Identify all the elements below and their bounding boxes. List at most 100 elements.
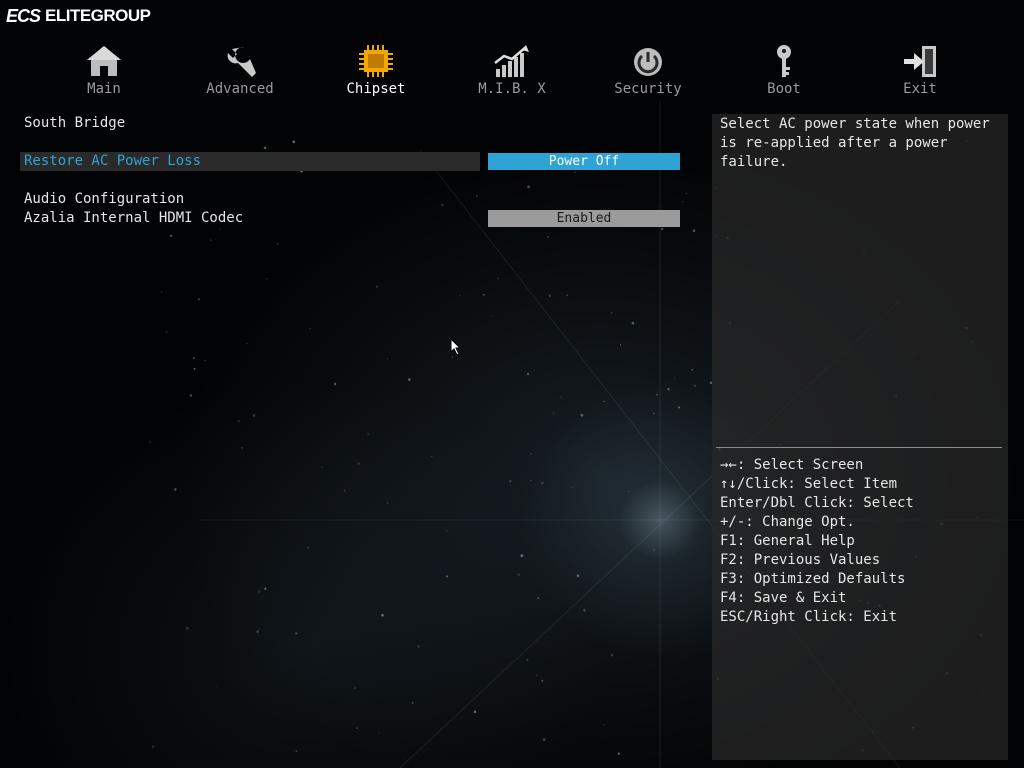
brand-logo: ECS ELITEGROUP xyxy=(6,4,151,28)
azalia-hdmi-codec-value[interactable]: Enabled xyxy=(488,210,680,227)
ecs-logo-mark: ECS xyxy=(6,5,41,26)
star xyxy=(552,412,555,415)
exit-icon xyxy=(904,46,936,77)
star xyxy=(375,285,379,289)
star xyxy=(431,455,433,457)
star xyxy=(653,548,656,551)
star xyxy=(520,554,524,558)
star xyxy=(237,419,241,423)
star xyxy=(627,490,630,493)
star xyxy=(526,658,529,661)
star xyxy=(411,701,414,704)
star xyxy=(548,294,552,298)
key-hint: →←: Select Screen xyxy=(720,457,864,473)
star xyxy=(541,481,544,485)
star xyxy=(459,294,461,297)
star xyxy=(189,394,193,397)
chip-icon xyxy=(359,45,393,77)
star xyxy=(547,236,549,239)
star xyxy=(149,441,152,444)
star xyxy=(517,573,521,576)
star xyxy=(509,480,512,483)
star xyxy=(693,384,697,388)
star xyxy=(258,590,261,594)
restore-ac-power-loss-value[interactable]: Power Off xyxy=(488,153,680,170)
key-hint: ↑↓/Click: Select Item xyxy=(720,476,898,492)
tab-label: Exit xyxy=(903,81,937,97)
star xyxy=(387,502,389,504)
star xyxy=(343,489,347,492)
star xyxy=(256,630,259,634)
wrench-icon xyxy=(227,46,256,77)
star xyxy=(219,228,221,230)
star xyxy=(451,356,454,358)
star xyxy=(497,277,500,280)
star xyxy=(292,140,296,144)
top-tab-bar: Main Advanced Chipset M.I.B. X Security … xyxy=(36,40,988,100)
key-hint: ESC/Right Click: Exit xyxy=(720,609,898,625)
star xyxy=(210,239,212,241)
star xyxy=(264,587,267,590)
star xyxy=(241,446,244,449)
star xyxy=(491,315,493,317)
star xyxy=(603,400,605,403)
key-hint: F1: General Help xyxy=(720,533,855,549)
tab-mib-x[interactable]: M.I.B. X xyxy=(444,40,580,98)
star xyxy=(571,487,573,489)
home-icon xyxy=(87,46,121,76)
help-divider xyxy=(716,447,1002,448)
tab-main[interactable]: Main xyxy=(36,40,172,98)
tab-exit[interactable]: Exit xyxy=(852,40,988,98)
audio-configuration-heading: Audio Configuration xyxy=(24,191,185,207)
star xyxy=(276,243,279,245)
star xyxy=(685,192,688,195)
star xyxy=(307,546,309,549)
star xyxy=(215,685,217,687)
star xyxy=(656,393,658,396)
star xyxy=(661,227,664,231)
star xyxy=(356,727,358,729)
star xyxy=(386,357,389,360)
setting-label-azalia-hdmi[interactable]: Azalia Internal HDMI Codec xyxy=(24,210,243,226)
star xyxy=(542,738,546,741)
star xyxy=(367,433,369,435)
star xyxy=(185,626,189,630)
star xyxy=(631,321,635,325)
star xyxy=(619,344,622,346)
star xyxy=(204,359,206,362)
star xyxy=(165,330,168,334)
key-hint: F4: Save & Exit xyxy=(720,590,847,606)
key-hint: F2: Previous Values xyxy=(720,552,881,568)
tab-chipset[interactable]: Chipset xyxy=(308,40,444,98)
tab-label: Chipset xyxy=(346,81,406,97)
star xyxy=(526,372,530,375)
star xyxy=(475,195,478,198)
star xyxy=(246,342,248,344)
star xyxy=(583,609,586,612)
brand-name: ELITEGROUP xyxy=(45,6,151,25)
star xyxy=(576,574,580,577)
star xyxy=(354,687,357,690)
tab-label: Security xyxy=(614,81,682,97)
tab-security[interactable]: Security xyxy=(580,40,716,98)
star xyxy=(692,229,696,233)
star xyxy=(309,327,311,330)
star xyxy=(667,387,670,391)
star xyxy=(674,377,676,379)
tab-advanced[interactable]: Advanced xyxy=(172,40,308,98)
star xyxy=(402,758,404,760)
star xyxy=(678,406,681,409)
key-icon xyxy=(777,45,791,77)
star xyxy=(527,185,531,189)
tab-boot[interactable]: Boot xyxy=(716,40,852,98)
star xyxy=(321,466,323,469)
setting-row-restore-ac-power-loss[interactable]: Restore AC Power Loss xyxy=(20,152,480,171)
star xyxy=(580,413,584,417)
star xyxy=(357,462,360,465)
star xyxy=(152,745,155,748)
star xyxy=(333,382,337,386)
star xyxy=(541,679,544,682)
star xyxy=(378,732,380,734)
tab-label: Boot xyxy=(767,81,801,97)
key-hint: F3: Optimized Defaults xyxy=(720,571,906,587)
